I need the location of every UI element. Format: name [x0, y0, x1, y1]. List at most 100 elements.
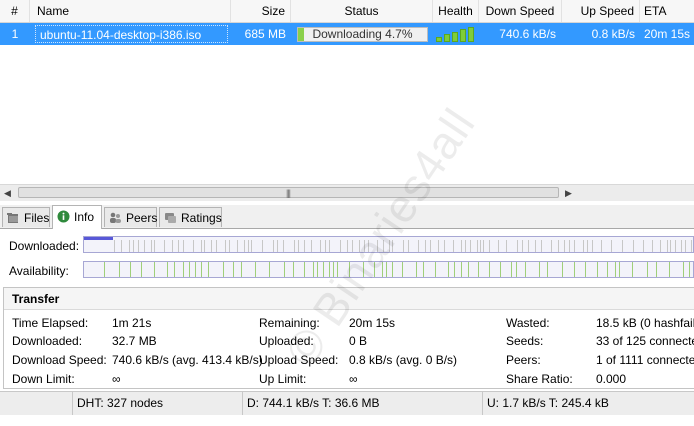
- availability-tick: [269, 262, 270, 277]
- column-header-eta-label: ETA: [644, 4, 667, 18]
- health-bar: [444, 34, 450, 42]
- downloaded-piece-tick: [248, 240, 249, 252]
- column-header-eta[interactable]: ETA: [640, 0, 694, 22]
- peers-value: 1 of 1111 connecte: [596, 353, 694, 367]
- downloaded-piece-tick: [204, 240, 205, 252]
- downloaded-piece-tick: [558, 240, 559, 252]
- tab-peers[interactable]: Peers: [104, 207, 157, 227]
- downloaded-piece-tick: [304, 240, 305, 252]
- downloaded-piece-tick: [583, 240, 584, 252]
- availability-tick: [423, 262, 424, 277]
- health-bars-icon: [436, 27, 476, 42]
- torrent-list-header: # Name Size Status Health Down Speed Up …: [0, 0, 694, 23]
- torrent-name: ubuntu-11.04-desktop-i386.iso: [35, 25, 228, 43]
- scrollbar-thumb[interactable]: |||: [18, 187, 559, 198]
- tab-files[interactable]: Files: [2, 207, 50, 227]
- availability-label: Availability:: [9, 264, 69, 278]
- availability-tick: [313, 262, 314, 277]
- downloaded-piece-tick: [138, 240, 139, 252]
- availability-tick: [337, 262, 338, 277]
- share-ratio-value: 0.000: [596, 372, 627, 386]
- torrent-size: 685 MB: [244, 27, 286, 41]
- availability-tick: [201, 262, 202, 277]
- availability-tick: [619, 262, 620, 277]
- downloaded-piece-tick: [408, 240, 409, 252]
- column-header-name[interactable]: Name: [30, 0, 231, 22]
- availability-tick: [454, 262, 455, 277]
- uploaded-label: Uploaded:: [259, 334, 314, 348]
- upload-total-status: U: 1.7 kB/s T: 245.4 kB: [482, 392, 694, 415]
- downloaded-piece-tick: [277, 240, 278, 252]
- downloaded-piece-tick: [172, 240, 173, 252]
- column-header-down-speed[interactable]: Down Speed: [479, 0, 562, 22]
- downloaded-piece-tick: [294, 240, 295, 252]
- downloaded-piece-tick: [643, 240, 644, 252]
- availability-tick: [386, 262, 387, 277]
- availability-tick: [119, 262, 120, 277]
- availability-tick: [416, 262, 417, 277]
- downloaded-piece-tick: [311, 240, 312, 252]
- torrent-row[interactable]: 1 ubuntu-11.04-desktop-i386.iso 685 MB D…: [0, 23, 694, 45]
- seeds-label: Seeds:: [506, 334, 544, 348]
- peers-icon: [109, 210, 122, 223]
- downloaded-piece-tick: [541, 240, 542, 252]
- downloaded-piece-tick: [178, 240, 179, 252]
- remaining-value: 20m 15s: [349, 316, 396, 330]
- torrent-status-progress: Downloading 4.7%: [297, 27, 428, 42]
- availability-tick: [647, 262, 648, 277]
- availability-tick: [489, 262, 490, 277]
- scroll-right-arrow-icon[interactable]: ▶: [565, 188, 572, 199]
- downloaded-piece-tick: [237, 240, 238, 252]
- torrent-up-speed: 0.8 kB/s: [591, 27, 635, 41]
- tab-ratings[interactable]: Ratings: [159, 207, 222, 227]
- column-header-number[interactable]: #: [0, 0, 30, 22]
- availability-tick: [323, 262, 324, 277]
- tab-peers-label: Peers: [126, 211, 158, 225]
- availability-tick: [562, 262, 563, 277]
- ratings-icon: [164, 210, 177, 223]
- column-header-up-speed[interactable]: Up Speed: [562, 0, 640, 22]
- column-header-status[interactable]: Status: [291, 0, 433, 22]
- torrent-down-speed: 740.6 kB/s: [499, 27, 556, 41]
- downloaded-piece-tick: [183, 240, 184, 252]
- downloaded-value: 32.7 MB: [112, 334, 157, 348]
- downloaded-piece-tick: [430, 240, 431, 252]
- downloaded-piece-tick: [229, 240, 230, 252]
- downloaded-piece-tick: [564, 240, 565, 252]
- column-header-health[interactable]: Health: [433, 0, 479, 22]
- downloaded-piece-tick: [574, 240, 575, 252]
- torrent-number: 1: [11, 27, 19, 41]
- downloaded-piece-tick: [667, 240, 668, 252]
- up-limit-label: Up Limit:: [259, 372, 307, 386]
- tab-ratings-label: Ratings: [181, 211, 222, 225]
- time-elapsed-label: Time Elapsed:: [12, 316, 89, 330]
- availability-tick: [669, 262, 670, 277]
- tab-info[interactable]: Info: [52, 205, 102, 229]
- downloaded-piece-tick: [151, 240, 152, 252]
- downloaded-piece-tick: [377, 240, 378, 252]
- downloaded-piece-tick: [114, 240, 115, 252]
- availability-tick: [317, 262, 318, 277]
- column-header-size[interactable]: Size: [231, 0, 291, 22]
- availability-tick: [435, 262, 436, 277]
- scrollbar-grip-icon: |||: [286, 188, 291, 198]
- downloaded-piece-tick: [587, 240, 588, 252]
- downloaded-piece-tick: [359, 240, 360, 252]
- availability-tick: [104, 262, 105, 277]
- downloaded-piece-tick: [461, 240, 462, 252]
- transfer-panel: Transfer Time Elapsed: 1m 21s Downloaded…: [3, 287, 694, 389]
- horizontal-scrollbar[interactable]: ◀ ||| ▶: [0, 184, 694, 201]
- downloaded-piece-tick: [298, 240, 299, 252]
- download-speed-value: 740.6 kB/s (avg. 413.4 kB/s): [112, 353, 263, 367]
- availability-tick: [233, 262, 234, 277]
- scroll-left-arrow-icon[interactable]: ◀: [4, 188, 11, 199]
- info-icon: [57, 208, 70, 223]
- downloaded-piece-tick: [389, 240, 390, 252]
- detail-tabs: Files Info Peers Ratings: [0, 205, 694, 229]
- upload-speed-label: Upload Speed:: [259, 353, 339, 367]
- availability-tick: [183, 262, 184, 277]
- downloaded-label-transfer: Downloaded:: [12, 334, 83, 348]
- download-speed-label: Download Speed:: [12, 353, 107, 367]
- availability-tick: [597, 262, 598, 277]
- files-icon: [7, 210, 20, 223]
